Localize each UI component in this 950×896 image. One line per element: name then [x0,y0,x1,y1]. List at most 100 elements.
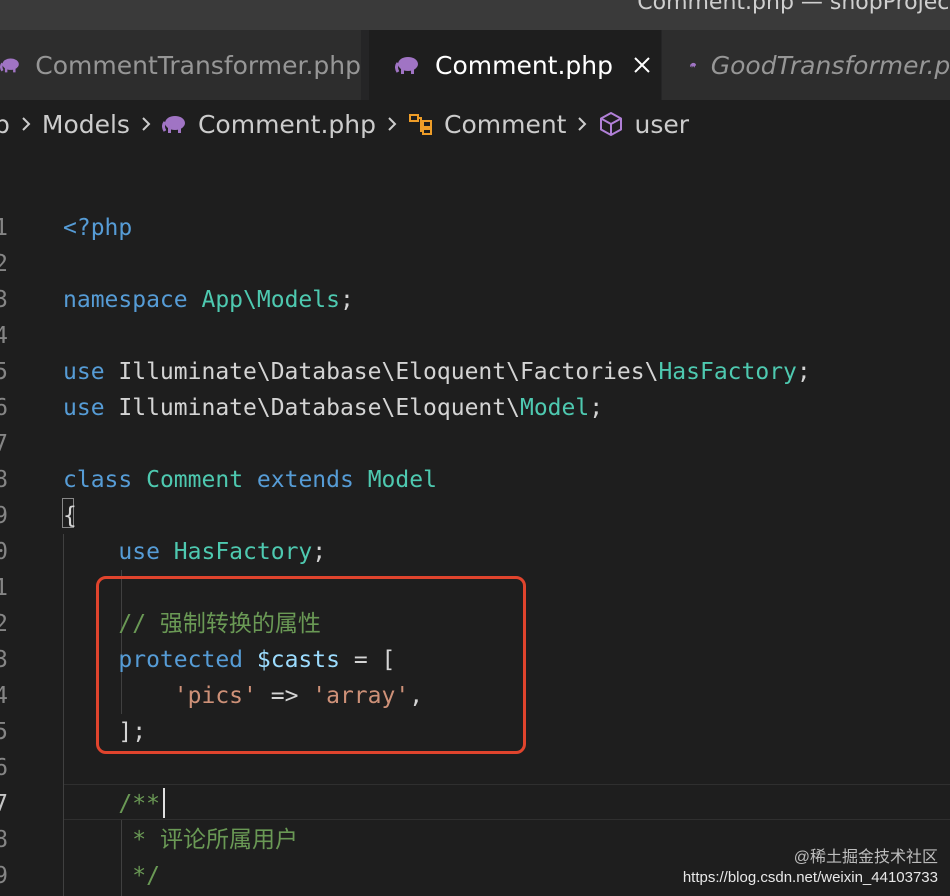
code-line[interactable]: 7 /** [0,786,950,822]
code-text: namespace App\Models; [63,282,354,318]
php-elephant-icon [395,57,418,74]
code-line[interactable]: 4 [0,318,950,354]
line-number: 1 [0,575,8,601]
line-number: 4 [0,683,8,709]
code-token: Illuminate\Database\Eloquent\ [104,395,520,421]
line-number: 6 [0,395,8,421]
tab-good-transformer[interactable]: GoodTransformer.php [662,30,950,100]
code-token: Model [367,467,437,493]
breadcrumb-item-label: Models [41,109,130,139]
code-token: Illuminate\Database\Eloquent\Factories\ [104,359,659,385]
breadcrumb-lead[interactable]: p [0,110,10,139]
code-text: class Comment extends Model [63,462,437,498]
tab-label: Comment.php [435,50,614,80]
code-line[interactable]: 6 use Illuminate\Database\Eloquent\Model; [0,390,950,426]
text-cursor [163,788,165,818]
php-elephant-icon [690,62,696,68]
breadcrumb-item-comment-class[interactable]: Comment [408,109,567,139]
code-line[interactable]: 1 <?php [0,210,950,246]
line-number: 0 [0,539,8,565]
breadcrumb-item-comment-php[interactable]: Comment.php [161,110,376,139]
code-token: <?php [63,215,133,241]
chevron-right-icon [578,117,587,131]
code-token: use [63,395,105,421]
breadcrumb: p Models Comment.php Comment user [0,100,950,148]
code-token: Model [519,395,590,421]
code-token: ; [589,395,604,421]
php-elephant-icon [0,58,19,73]
line-number: 5 [0,359,8,385]
breadcrumb-item-models[interactable]: Models [42,110,130,139]
annotation-highlight-box [96,576,526,754]
code-text: use Illuminate\Database\Eloquent\Model; [63,390,603,426]
code-token: /** [118,791,160,817]
line-number: 6 [0,755,8,781]
class-icon [408,114,432,135]
title-bar: Comment.php — shopProject [0,0,950,30]
breadcrumb-item-label: user [634,109,690,139]
watermark-line: @稀土掘金技术社区 [793,849,938,866]
line-number: 7 [0,431,8,457]
line-number: 3 [0,647,8,673]
code-line[interactable]: 5 use Illuminate\Database\Eloquent\Factor… [0,354,950,390]
line-number: 8 [0,467,8,493]
code-token: Comment [146,467,244,493]
line-number: 5 [0,719,8,745]
code-token: namespace [63,287,188,313]
code-token: ; [312,539,327,565]
chevron-right-icon [22,117,31,131]
line-number: 2 [0,611,8,637]
code-token: use [118,539,160,565]
line-number: 2 [0,251,8,277]
chevron-right-icon [142,117,151,131]
code-token: ; [339,287,354,313]
code-token: App\Models [201,287,340,313]
code-text: /** [63,786,160,822]
code-token: */ [132,863,160,889]
line-number: 1 [0,215,8,241]
breadcrumb-item-label: Comment [443,109,567,139]
line-number: 4 [0,323,8,349]
window-title: Comment.php — shopProject [637,0,950,15]
code-text: { [63,498,77,534]
code-text: */ [63,858,160,894]
close-icon[interactable] [633,56,651,74]
code-text: <?php [63,210,132,246]
code-line[interactable]: 0 use HasFactory; [0,534,950,570]
watermark-url: https://blog.csdn.net/weixin_44103733 [682,869,938,886]
code-token: { [63,503,77,529]
code-editor[interactable]: 1 <?php 2 3 namespace App\Models; 4 5 use Illum… [0,192,950,896]
tab-comment-php[interactable]: Comment.php [369,30,661,100]
code-line[interactable]: 7 [0,426,950,462]
code-token: use [63,359,105,385]
code-text: use HasFactory; [63,534,326,570]
method-cube-icon [600,112,623,136]
code-token: HasFactory [173,539,313,565]
code-line[interactable]: 2 [0,246,950,282]
line-number: 9 [0,503,8,529]
code-line[interactable]: 6 [0,750,950,786]
line-number: 8 [0,827,8,853]
tab-comment-transformer[interactable]: CommentTransformer.php [0,30,362,100]
code-line[interactable]: 9{ [0,498,950,534]
code-line[interactable]: 8 class Comment extends Model [0,462,950,498]
code-line[interactable]: 3 namespace App\Models; [0,282,950,318]
code-token: extends [256,467,354,493]
line-number: 7 [0,791,8,817]
breadcrumb-item-user[interactable]: user [598,110,689,139]
watermark: @稀土掘金技术社区 https://blog.csdn.net/weixin_4… [683,848,938,888]
chevron-right-icon [388,117,397,131]
tab-label: GoodTransformer.php [710,50,950,80]
code-text: * 评论所属用户 [63,822,298,858]
editor-tab-bar: CommentTransformer.php Comment.php GoodT… [0,30,950,100]
php-elephant-icon [161,116,185,133]
tab-label: CommentTransformer.php [35,50,361,80]
